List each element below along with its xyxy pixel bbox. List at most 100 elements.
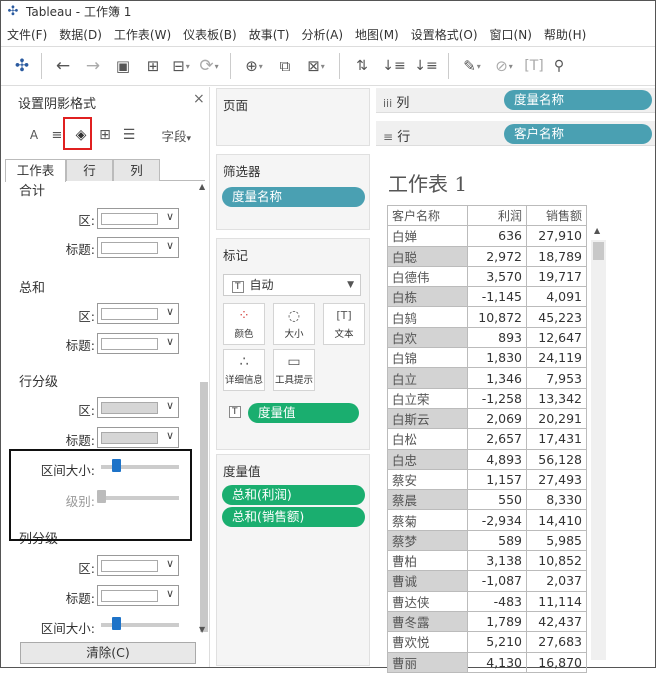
sum-profit-pill[interactable]: 总和(利润) — [222, 485, 365, 505]
font-icon[interactable]: A — [23, 128, 45, 142]
table-row[interactable]: 白斯云 2,069 20,291 — [387, 407, 587, 430]
new-worksheet-icon[interactable]: ⊕ ▾ — [237, 52, 271, 80]
profit-cell[interactable]: 1,789 — [467, 610, 527, 633]
profit-cell[interactable]: -2,934 — [467, 509, 527, 531]
header-profit[interactable]: 利润 — [467, 204, 527, 227]
scroll-down-icon[interactable]: ▼ — [199, 625, 205, 634]
profit-cell[interactable]: -483 — [467, 590, 527, 612]
customer-name-cell[interactable]: 蔡菊 — [387, 509, 468, 531]
customer-name-cell[interactable]: 蔡晨 — [387, 489, 468, 511]
header-customer-name[interactable]: 客户名称 — [387, 204, 468, 227]
total-area-color[interactable]: ∨ — [97, 303, 179, 324]
total-header-color[interactable]: ∨ — [97, 333, 179, 354]
swap-rows-columns-icon[interactable]: ⇅ — [346, 52, 378, 80]
customer-name-cell[interactable]: 蔡梦 — [387, 529, 468, 552]
profit-cell[interactable]: -1,087 — [467, 570, 527, 592]
sort-descending-icon[interactable]: ↓≡ — [410, 52, 442, 80]
sum-sales-pill[interactable]: 总和(销售额) — [222, 507, 365, 527]
tab-rows[interactable]: 行 — [66, 159, 113, 181]
table-row[interactable]: 蔡梦 589 5,985 — [387, 529, 587, 552]
borders-icon[interactable]: ⊞ — [93, 127, 117, 143]
customer-name-cell[interactable]: 白栋 — [387, 286, 468, 308]
sales-cell[interactable]: 24,119 — [526, 347, 587, 369]
customer-name-cell[interactable]: 曹达侠 — [387, 590, 468, 612]
table-row[interactable]: 白立荣 -1,258 13,342 — [387, 387, 587, 409]
menu-file[interactable]: 文件(F) — [1, 26, 53, 43]
sales-cell[interactable]: 27,910 — [526, 225, 587, 247]
rows-customer-name-pill[interactable]: 客户名称 — [504, 124, 652, 144]
table-row[interactable]: 白松 2,657 17,431 — [387, 428, 587, 450]
sales-cell[interactable]: 2,037 — [526, 570, 587, 592]
table-row[interactable]: 白鸫 10,872 45,223 — [387, 306, 587, 328]
save-icon[interactable]: ▣ — [108, 52, 138, 80]
table-row[interactable]: 曹丽 4,130 16,870 — [387, 651, 587, 673]
profit-cell[interactable]: 4,893 — [467, 448, 527, 470]
profit-cell[interactable]: 589 — [467, 529, 527, 552]
group-members-icon[interactable]: ⊘ ▾ — [489, 52, 519, 80]
profit-cell[interactable]: 636 — [467, 225, 527, 247]
duplicate-sheet-icon[interactable]: ⧉ — [271, 52, 299, 80]
sort-ascending-icon[interactable]: ↓≡ — [378, 52, 410, 80]
table-row[interactable]: 白忠 4,893 56,128 — [387, 448, 587, 470]
menu-map[interactable]: 地图(M) — [349, 26, 405, 43]
text-button[interactable]: [T] 文本 — [323, 303, 365, 345]
menu-dashboard[interactable]: 仪表板(B) — [177, 26, 243, 43]
tableau-home-icon[interactable]: ✣ — [9, 52, 35, 80]
profit-cell[interactable]: 3,138 — [467, 550, 527, 572]
table-row[interactable]: 曹冬露 1,789 42,437 — [387, 610, 587, 633]
profit-cell[interactable]: 1,157 — [467, 468, 527, 491]
customer-name-cell[interactable]: 白斯云 — [387, 407, 468, 430]
mark-type-dropdown[interactable]: T 自动 ▼ — [223, 274, 361, 296]
profit-cell[interactable]: 1,830 — [467, 347, 527, 369]
customer-name-cell[interactable]: 曹欢悦 — [387, 631, 468, 653]
sales-cell[interactable]: 45,223 — [526, 306, 587, 328]
table-scrollbar[interactable]: ▲ — [591, 226, 606, 660]
customer-name-cell[interactable]: 曹丽 — [387, 651, 468, 673]
pin-icon[interactable]: ⚲ — [549, 52, 569, 80]
sales-cell[interactable]: 12,647 — [526, 326, 587, 349]
refresh-icon[interactable]: ⟳ ▾ — [194, 52, 224, 80]
sales-cell[interactable]: 7,953 — [526, 367, 587, 389]
customer-name-cell[interactable]: 白忠 — [387, 448, 468, 470]
menu-help[interactable]: 帮助(H) — [538, 26, 592, 43]
redo-icon[interactable]: → — [78, 52, 108, 80]
profit-cell[interactable]: 893 — [467, 326, 527, 349]
profit-cell[interactable]: -1,258 — [467, 387, 527, 409]
scroll-thumb[interactable] — [200, 382, 208, 632]
lines-icon[interactable]: ☰ — [117, 127, 141, 143]
sales-cell[interactable]: 14,410 — [526, 509, 587, 531]
highlight-icon[interactable]: ✎ ▾ — [455, 52, 489, 80]
customer-name-cell[interactable]: 白德伟 — [387, 265, 468, 288]
menu-worksheet[interactable]: 工作表(W) — [108, 26, 177, 43]
table-scroll-thumb[interactable] — [593, 242, 604, 260]
sales-cell[interactable]: 16,870 — [526, 651, 587, 673]
header-sales[interactable]: 销售额 — [526, 204, 587, 227]
clear-button[interactable]: 清除(C) — [20, 642, 196, 664]
customer-name-cell[interactable]: 白立荣 — [387, 387, 468, 409]
scroll-up-icon[interactable]: ▲ — [199, 182, 205, 191]
customer-name-cell[interactable]: 曹柏 — [387, 550, 468, 572]
col-band-header-color[interactable]: ∨ — [97, 585, 179, 606]
profit-cell[interactable]: 2,657 — [467, 428, 527, 450]
sales-cell[interactable]: 4,091 — [526, 286, 587, 308]
table-row[interactable]: 白欢 893 12,647 — [387, 326, 587, 349]
columns-measure-names-pill[interactable]: 度量名称 — [504, 90, 652, 110]
table-row[interactable]: 白婵 636 27,910 — [387, 225, 587, 247]
customer-name-cell[interactable]: 白鸫 — [387, 306, 468, 328]
tab-worksheet[interactable]: 工作表 — [5, 159, 66, 182]
menu-format[interactable]: 设置格式(O) — [405, 26, 484, 43]
menu-window[interactable]: 窗口(N) — [484, 26, 538, 43]
sales-cell[interactable]: 11,114 — [526, 590, 587, 612]
menu-story[interactable]: 故事(T) — [243, 26, 296, 43]
sales-cell[interactable]: 17,431 — [526, 428, 587, 450]
customer-name-cell[interactable]: 白婵 — [387, 225, 468, 247]
profit-cell[interactable]: 5,210 — [467, 631, 527, 653]
format-pane-scrollbar[interactable]: ▲ ▼ — [199, 182, 209, 634]
profit-cell[interactable]: -1,145 — [467, 286, 527, 308]
sales-cell[interactable]: 56,128 — [526, 448, 587, 470]
grand-total-header-color[interactable]: ∨ — [97, 237, 179, 258]
grand-total-area-color[interactable]: ∨ — [97, 208, 179, 229]
table-row[interactable]: 白立 1,346 7,953 — [387, 367, 587, 389]
undo-icon[interactable]: ← — [48, 52, 78, 80]
menu-analysis[interactable]: 分析(A) — [295, 26, 349, 43]
